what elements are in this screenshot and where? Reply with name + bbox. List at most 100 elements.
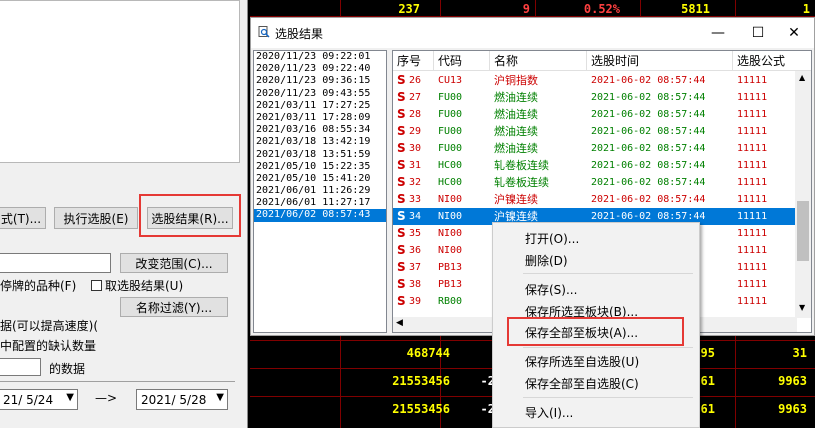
row-marker: S [397,124,406,138]
time-list-item[interactable]: 2020/11/23 09:43:55 [254,88,386,100]
cell-formula: 11111 [737,262,768,273]
execute-select-button[interactable]: 执行选股(E) [54,207,138,229]
col-header-time[interactable]: 选股时间 [587,51,733,71]
time-list-item[interactable]: 2021/03/18 13:51:59 [254,149,386,161]
col-header-code[interactable]: 代码 [434,51,490,71]
time-list-item[interactable]: 2021/03/11 17:28:09 [254,112,386,124]
minimize-button[interactable]: — [698,18,738,48]
time-list-item[interactable]: 2021/05/10 15:41:20 [254,173,386,185]
table-row[interactable]: S 31 HC00 轧卷板连续 2021-06-02 08:57:44 11111 [393,157,797,174]
bg-cell: 31 [792,346,807,360]
cell-name: 燃油连续 [494,125,538,138]
table-row[interactable]: S 33 NI00 沪镍连续 2021-06-02 08:57:44 11111 [393,191,797,208]
cell-code: NI00 [438,194,463,205]
col-header-name[interactable]: 名称 [490,51,587,71]
checkbox-icon[interactable] [91,280,102,291]
date-from-select[interactable]: 21/ 5/24 ▼ [0,389,78,410]
menu-separator [523,347,693,348]
chevron-down-icon[interactable]: ▼ [66,392,74,403]
suspended-checkbox-label[interactable]: 停牌的品种(F) [0,277,76,294]
row-marker: S [397,90,406,104]
table-row[interactable]: S 26 CU13 沪铜指数 2021-06-02 08:57:44 11111 [393,72,797,89]
cell-code: HC00 [438,160,463,171]
close-button[interactable]: ✕ [774,18,814,48]
time-list-item[interactable]: 2021/03/18 13:42:19 [254,136,386,148]
cell-seq: 28 [409,109,422,120]
title-bar[interactable]: 选股结果 — ☐ ✕ [251,18,814,48]
time-list-item[interactable]: 2020/11/23 09:22:40 [254,63,386,75]
scroll-thumb[interactable] [797,201,809,261]
cell-time: 2021-06-02 08:57:44 [591,109,706,120]
speed-option-label: 据(可以提高速度)( [0,319,99,333]
cell-name: 沪铜指数 [494,74,538,87]
table-row[interactable]: S 29 FU00 燃油连续 2021-06-02 08:57:44 11111 [393,123,797,140]
count-input[interactable] [0,358,41,376]
row-marker: S [397,294,406,308]
time-list-item[interactable]: 2021/06/01 11:27:17 [254,197,386,209]
time-list-item[interactable]: 2021/06/02 08:57:43 [254,209,386,222]
time-list-item[interactable]: 2020/11/23 09:22:01 [254,51,386,63]
cell-seq: 29 [409,126,422,137]
cell-formula: 11111 [737,92,768,103]
name-filter-button[interactable]: 名称过滤(Y)... [120,297,228,317]
bg-top-value: 5811 [681,2,710,16]
menu-separator [523,273,693,274]
highlight-box [507,317,684,346]
col-header-seq[interactable]: 序号 [393,51,434,71]
cell-formula: 11111 [737,109,768,120]
table-row[interactable]: S 32 HC00 轧卷板连续 2021-06-02 08:57:44 11111 [393,174,797,191]
cancel-result-checkbox[interactable]: 取选股结果(U) [91,277,183,294]
table-row[interactable]: S 28 FU00 燃油连续 2021-06-02 08:57:44 11111 [393,106,797,123]
time-list-item[interactable]: 2021/05/10 15:22:35 [254,161,386,173]
cancel-result-label: 取选股结果(U) [105,279,184,293]
scroll-up-icon[interactable]: ▲ [799,73,805,82]
bg-cell: 9963 [778,402,807,416]
cell-seq: 39 [409,296,422,307]
menu-item-save[interactable]: 保存(S)... [525,281,577,298]
context-menu: 打开(O)... 删除(D) 保存(S)... 保存所选至板块(B)... 保存… [492,222,700,428]
range-input[interactable] [0,253,111,273]
row-marker: S [397,192,406,206]
cell-code: HC00 [438,177,463,188]
table-row[interactable]: S 27 FU00 燃油连续 2021-06-02 08:57:44 11111 [393,89,797,106]
chevron-down-icon[interactable]: ▼ [216,392,224,403]
col-header-formula[interactable]: 选股公式 [733,51,811,71]
condition-stock-dialog: 式(T)... 执行选股(E) 选股结果(R)... 改变范围(C)... 停牌… [0,0,248,428]
vertical-scrollbar[interactable]: ▲ ▼ [795,71,811,318]
bg-top-value: 0.52% [583,2,620,16]
scroll-down-icon[interactable]: ▼ [799,303,805,312]
menu-item-save-selected-fav[interactable]: 保存所选至自选股(U) [525,353,639,370]
menu-item-import[interactable]: 导入(I)... [525,404,573,421]
cell-formula: 11111 [737,126,768,137]
date-from-value: 21/ 5/24 [3,392,54,407]
table-row[interactable]: S 30 FU00 燃油连续 2021-06-02 08:57:44 11111 [393,140,797,157]
cell-seq: 26 [409,75,422,86]
data-label: 的数据 [49,362,86,376]
cell-code: FU00 [438,126,463,137]
scroll-left-icon[interactable]: ◀ [396,318,403,328]
menu-item-open[interactable]: 打开(O)... [525,230,579,247]
magnifier-icon [258,26,270,38]
date-arrow: —> [95,391,118,405]
cell-name: 轧卷板连续 [494,159,549,172]
bg-cell: -2 [480,402,495,416]
cell-seq: 31 [409,160,422,171]
formula-list-area[interactable] [0,0,240,163]
date-to-select[interactable]: 2021/ 5/28 ▼ [136,389,228,410]
menu-item-delete[interactable]: 删除(D) [525,252,568,269]
cell-formula: 11111 [737,160,768,171]
menu-item-save-all-fav[interactable]: 保存全部至自选股(C) [525,375,639,392]
cell-seq: 27 [409,92,422,103]
cell-time: 2021-06-02 08:57:44 [591,194,706,205]
time-list-item[interactable]: 2021/03/11 17:27:25 [254,100,386,112]
time-list-item[interactable]: 2020/11/23 09:36:15 [254,75,386,87]
time-list-item[interactable]: 2021/03/16 08:55:34 [254,124,386,136]
maximize-button[interactable]: ☐ [738,18,778,48]
time-list-item[interactable]: 2021/06/01 11:26:29 [254,185,386,197]
highlight-box [139,194,241,237]
cell-formula: 11111 [737,228,768,239]
test-formula-button[interactable]: 式(T)... [0,207,46,229]
change-range-button[interactable]: 改变范围(C)... [120,253,228,273]
result-time-list[interactable]: 2020/11/23 09:22:01 2020/11/23 09:22:40 20… [253,50,387,333]
cell-formula: 11111 [737,194,768,205]
